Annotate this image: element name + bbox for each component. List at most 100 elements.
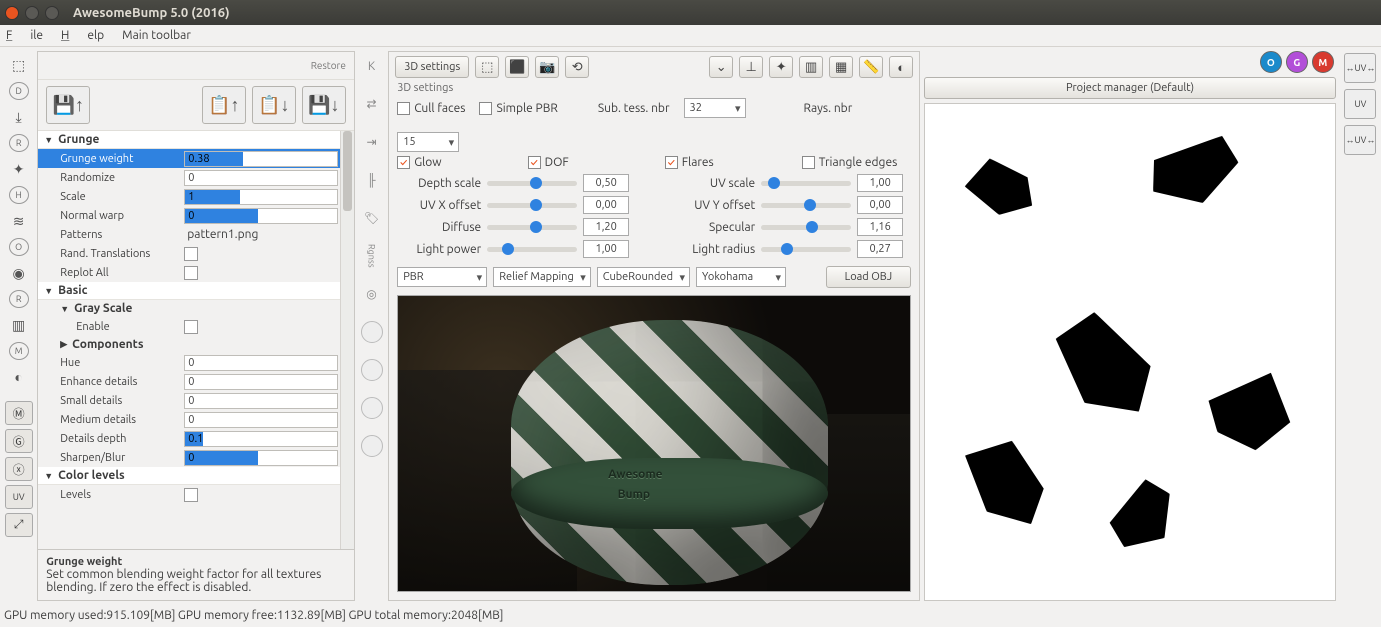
round-2-icon[interactable] <box>361 359 383 381</box>
map-m-icon[interactable]: M <box>9 342 29 360</box>
arrow-down-icon[interactable]: ⤓ <box>5 105 33 129</box>
prop-enable[interactable]: Enable <box>38 317 340 336</box>
prop-randomize[interactable]: Randomize0 <box>38 168 340 187</box>
boxed-expand-icon[interactable]: ⤢ <box>5 513 33 537</box>
channel-o-icon[interactable]: O <box>1260 51 1282 73</box>
arrow-both-icon[interactable]: ⇄ <box>362 93 382 115</box>
prop-hue[interactable]: Hue0 <box>38 353 340 372</box>
camera-icon[interactable]: 📷 <box>535 56 559 78</box>
light-power-slider[interactable] <box>487 247 577 252</box>
prop-rand-translations[interactable]: Rand. Translations <box>38 244 340 263</box>
map-o-icon[interactable]: O <box>9 238 29 256</box>
checkbox-icon[interactable] <box>184 247 198 261</box>
graph5-icon[interactable]: ▦ <box>829 56 853 78</box>
boxed-m-icon[interactable]: Ⓜ <box>5 401 33 425</box>
save-up-icon[interactable]: 💾↑ <box>46 86 90 124</box>
graph6-icon[interactable]: 📏 <box>859 56 883 78</box>
dot-icon[interactable]: ◉ <box>5 261 33 285</box>
prop-small-details[interactable]: Small details0 <box>38 391 340 410</box>
light-power-input[interactable]: 1,00 <box>583 240 629 258</box>
window-close-icon[interactable] <box>5 6 19 20</box>
subtess-dropdown[interactable]: 32 <box>684 98 746 118</box>
depth-scale-slider[interactable] <box>487 181 577 186</box>
prop-medium-details[interactable]: Medium details0 <box>38 410 340 429</box>
diffuse-slider[interactable] <box>487 225 577 230</box>
uv-tool-1[interactable]: ↔UV↔ <box>1344 53 1376 83</box>
prop-patterns[interactable]: Patternspattern1.png <box>38 225 340 244</box>
checkbox-icon[interactable] <box>184 266 198 280</box>
specular-slider[interactable] <box>761 225 851 230</box>
prop-enhance-details[interactable]: Enhance details0 <box>38 372 340 391</box>
target-icon[interactable]: ◎ <box>362 283 382 305</box>
texture-preview[interactable] <box>924 103 1336 601</box>
wire-cube-icon[interactable]: ⬛ <box>505 56 529 78</box>
round-4-icon[interactable] <box>361 435 383 457</box>
prop-details-depth[interactable]: Details depth0.1 <box>38 429 340 448</box>
map-h-icon[interactable]: H <box>9 186 29 204</box>
mapping-dropdown[interactable]: Relief Mapping <box>493 267 591 287</box>
graph4-icon[interactable]: ▥ <box>799 56 823 78</box>
glow-checkbox[interactable] <box>397 156 410 169</box>
clipboard-up-icon[interactable]: 📋↑ <box>202 86 246 124</box>
window-maximize-icon[interactable] <box>45 6 59 20</box>
prop-normal-warp[interactable]: Normal warp0 <box>38 206 340 225</box>
triangle-edges-checkbox[interactable] <box>802 156 815 169</box>
load-obj-button[interactable]: Load OBJ <box>826 266 912 288</box>
light-radius-slider[interactable] <box>761 247 851 252</box>
shading-dropdown[interactable]: PBR <box>397 267 487 287</box>
prop-scale[interactable]: Scale1 <box>38 187 340 206</box>
prop-sharpen-blur[interactable]: Sharpen/Blur0 <box>38 448 340 467</box>
save-down-icon[interactable]: 💾↓ <box>302 86 346 124</box>
mesh-dropdown[interactable]: CubeRounded <box>597 267 690 287</box>
boxed-uv-icon[interactable]: UV <box>5 485 33 509</box>
window-minimize-icon[interactable] <box>25 6 39 20</box>
cube-add-icon[interactable]: ⬚ <box>475 56 499 78</box>
uvx-input[interactable]: 0,00 <box>583 196 629 214</box>
checkbox-icon[interactable] <box>184 320 198 334</box>
simple-pbr-checkbox[interactable] <box>479 102 492 115</box>
refresh-icon[interactable]: ⟲ <box>565 56 589 78</box>
graph3-icon[interactable]: ✦ <box>769 56 793 78</box>
diffuse-input[interactable]: 1,20 <box>583 218 629 236</box>
round-1-icon[interactable] <box>361 321 383 343</box>
depth-scale-input[interactable]: 0,50 <box>583 174 629 192</box>
uv-tool-3[interactable]: ↔UV↔ <box>1344 125 1376 155</box>
specular-input[interactable]: 1,16 <box>857 218 903 236</box>
checkbox-icon[interactable] <box>184 488 198 502</box>
light-radius-input[interactable]: 0,27 <box>857 240 903 258</box>
uv-scale-slider[interactable] <box>761 181 851 186</box>
boxed-g-icon[interactable]: Ⓖ <box>5 429 33 453</box>
arrow-in-icon[interactable]: ⇥ <box>362 131 382 153</box>
3d-viewport[interactable]: Awesome Bump <box>397 295 911 592</box>
graph2-icon[interactable]: ⊥ <box>739 56 763 78</box>
expand-icon[interactable]: ✦ <box>5 157 33 181</box>
uvx-slider[interactable] <box>487 203 577 208</box>
project-manager-button[interactable]: Project manager (Default) <box>924 77 1336 99</box>
graph7-icon[interactable]: ◐ <box>889 56 913 78</box>
section-basic[interactable]: Basic <box>38 282 340 300</box>
round-3-icon[interactable] <box>361 397 383 419</box>
channel-g-icon[interactable]: G <box>1286 51 1308 73</box>
clipboard-down-icon[interactable]: 📋↓ <box>252 86 296 124</box>
scrollbar[interactable] <box>340 131 354 549</box>
ruler-icon[interactable]: ▥ <box>5 313 33 337</box>
env-dropdown[interactable]: Yokohama <box>696 267 786 287</box>
map-r-icon[interactable]: R <box>9 134 29 152</box>
menu-main-toolbar[interactable]: Main toolbar <box>122 29 191 42</box>
section-grunge[interactable]: Grunge <box>38 131 340 149</box>
uvy-slider[interactable] <box>761 203 851 208</box>
3d-settings-button[interactable]: 3D settings <box>395 56 469 78</box>
wave-icon[interactable]: ≋ <box>5 209 33 233</box>
prop-replot-all[interactable]: Replot All <box>38 263 340 282</box>
map-r2-icon[interactable]: R <box>9 290 29 308</box>
sphere-icon[interactable]: ◐ <box>5 365 33 389</box>
uv-scale-input[interactable]: 1,00 <box>857 174 903 192</box>
dof-checkbox[interactable] <box>528 156 541 169</box>
uvy-input[interactable]: 0,00 <box>857 196 903 214</box>
uv-tool-2[interactable]: UV <box>1344 89 1376 119</box>
channel-m-icon[interactable]: M <box>1312 51 1334 73</box>
cull-faces-checkbox[interactable] <box>397 102 410 115</box>
flares-checkbox[interactable] <box>665 156 678 169</box>
menu-help[interactable]: Help <box>61 29 104 42</box>
tag-icon[interactable]: 🏷 <box>362 207 382 229</box>
